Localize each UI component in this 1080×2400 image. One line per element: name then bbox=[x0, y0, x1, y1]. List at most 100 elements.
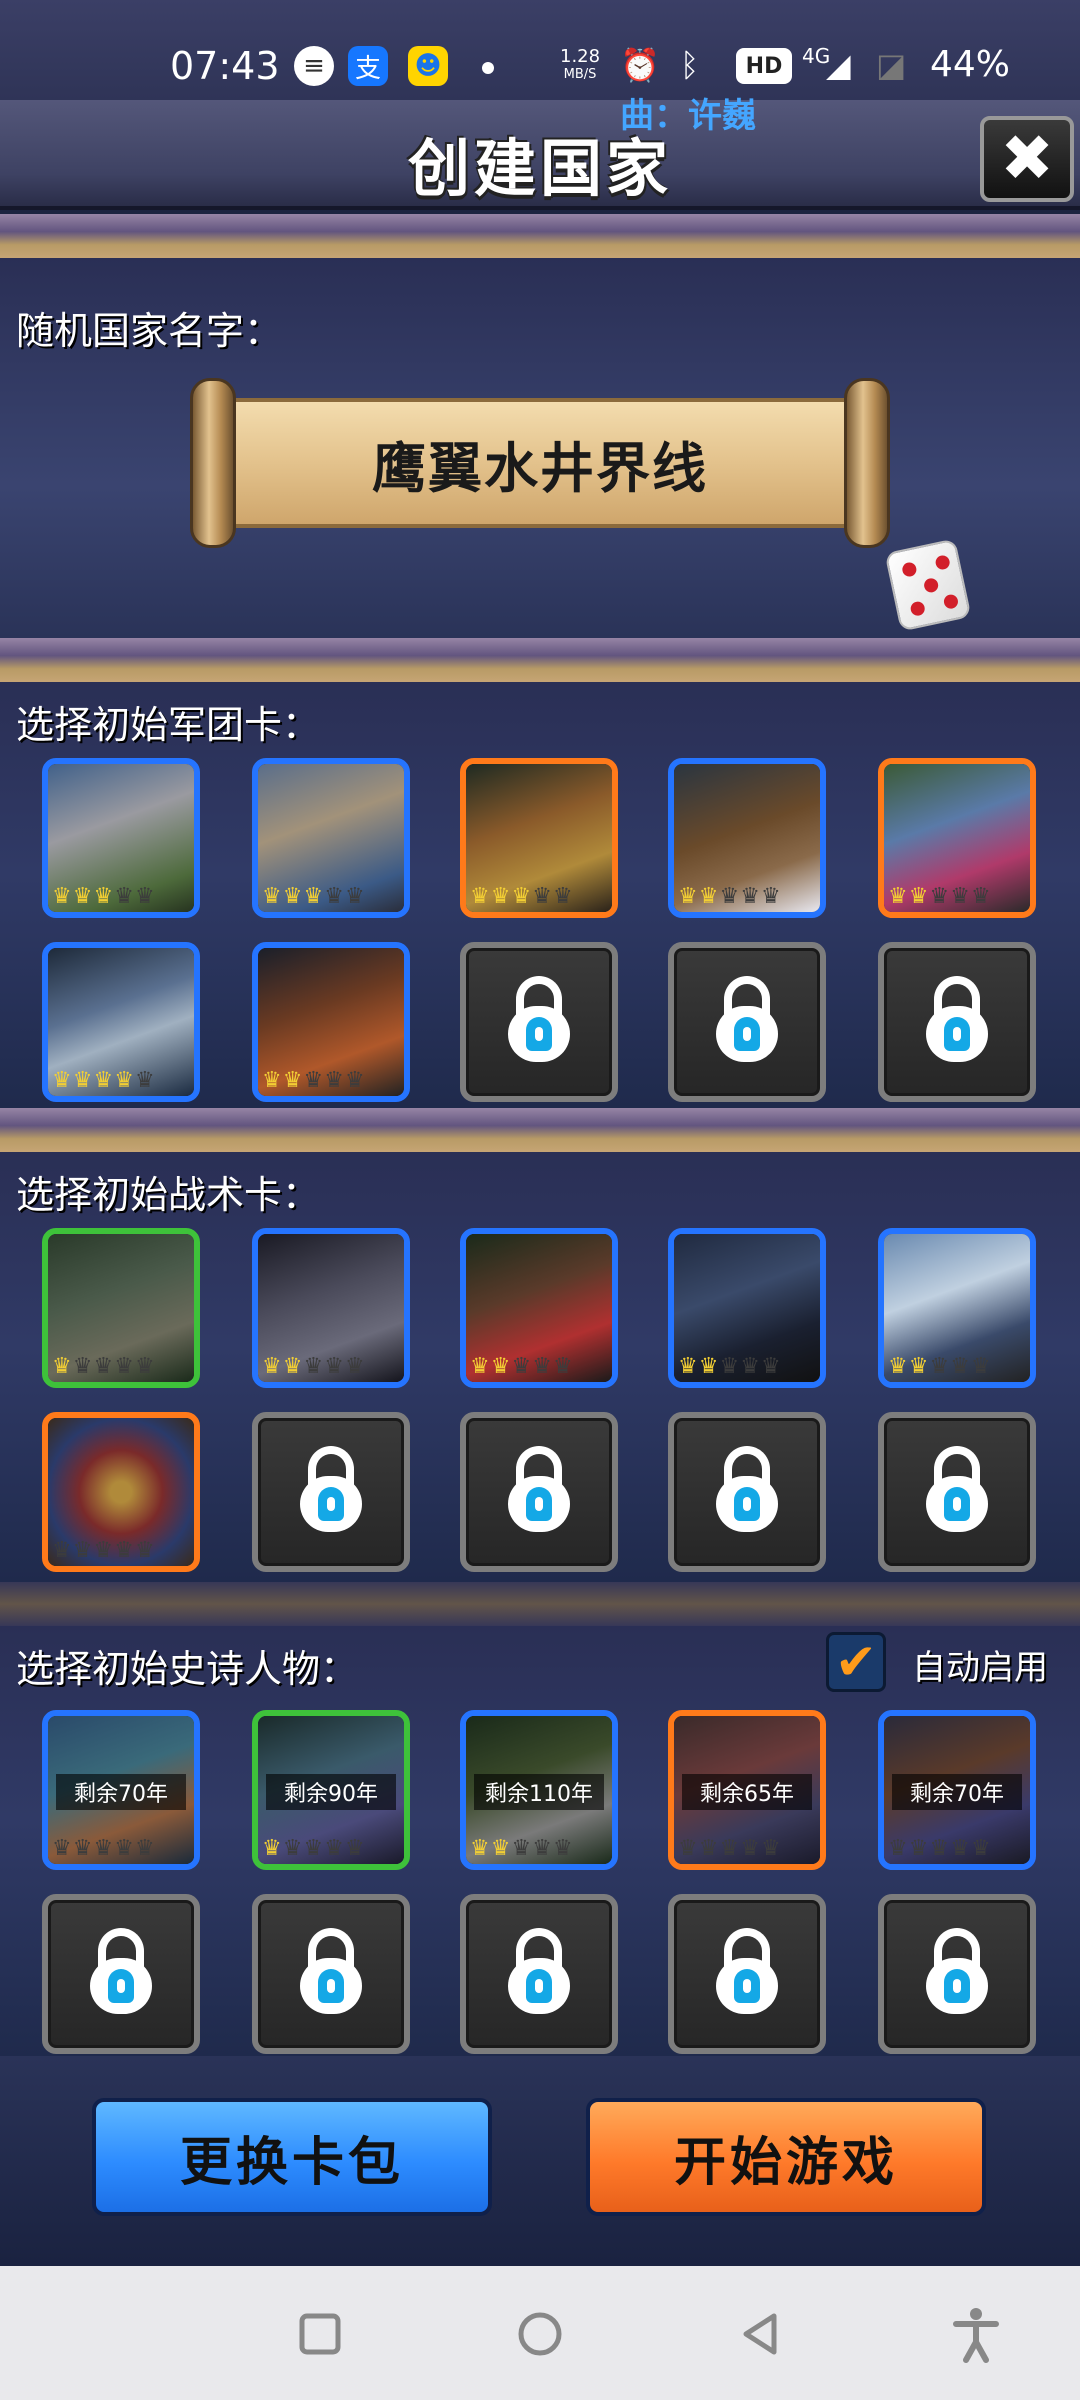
card-knight-hero[interactable]: 剩余110年 ♛ ♛ ♛ ♛ ♛ bbox=[460, 1710, 618, 1870]
locked-card-slot[interactable] bbox=[668, 1894, 826, 2054]
crown-icon: ♛ bbox=[552, 884, 573, 909]
card-shield[interactable]: ♛ ♛ ♛ ♛ ♛ bbox=[42, 1412, 200, 1572]
landscape-strip bbox=[0, 638, 1080, 682]
crown-icon: ♛ bbox=[719, 884, 740, 909]
crown-icon: ♛ bbox=[282, 1836, 303, 1861]
card-spear-army[interactable]: ♛ ♛ ♛ ♛ ♛ bbox=[878, 1228, 1036, 1388]
checkmark-icon: ✔ bbox=[835, 1633, 877, 1691]
locked-card-slot[interactable] bbox=[460, 1894, 618, 2054]
card-general[interactable]: 剩余65年 ♛ ♛ ♛ ♛ ♛ bbox=[668, 1710, 826, 1870]
back-icon[interactable] bbox=[730, 2304, 790, 2364]
locked-card-slot[interactable] bbox=[460, 942, 618, 1102]
change-pack-button[interactable]: 更换卡包 bbox=[92, 2098, 492, 2216]
locked-card-slot[interactable] bbox=[878, 942, 1036, 1102]
crown-rating: ♛ ♛ ♛ ♛ ♛ bbox=[262, 1070, 365, 1092]
crown-icon: ♛ bbox=[908, 1836, 929, 1861]
remaining-years: 剩余110年 bbox=[474, 1774, 604, 1810]
close-button[interactable]: ✖ bbox=[980, 116, 1074, 202]
crown-icon: ♛ bbox=[93, 1068, 114, 1093]
crown-icon: ♛ bbox=[324, 1836, 344, 1861]
card-cavalry-rider[interactable]: ♛ ♛ ♛ ♛ ♛ bbox=[460, 758, 618, 918]
lock-icon bbox=[716, 976, 778, 1062]
crown-rating: ♛ ♛ ♛ ♛ ♛ bbox=[678, 1356, 781, 1378]
crown-icon: ♛ bbox=[888, 1836, 908, 1861]
locked-card-slot[interactable] bbox=[668, 942, 826, 1102]
crown-icon: ♛ bbox=[114, 1836, 134, 1861]
crown-icon: ♛ bbox=[760, 1836, 781, 1861]
lock-icon bbox=[300, 1446, 362, 1532]
crown-icon: ♛ bbox=[740, 1354, 760, 1379]
card-catapult[interactable]: ♛ ♛ ♛ ♛ ♛ bbox=[668, 758, 826, 918]
remaining-years: 剩余65年 bbox=[682, 1774, 812, 1810]
lock-icon bbox=[926, 1446, 988, 1532]
locked-card-slot[interactable] bbox=[42, 1894, 200, 2054]
card-elf-mage[interactable]: 剩余90年 ♛ ♛ ♛ ♛ ♛ bbox=[252, 1710, 410, 1870]
locked-card-slot[interactable] bbox=[460, 1412, 618, 1572]
card-red-hair-hero[interactable]: 剩余70年 ♛ ♛ ♛ ♛ ♛ bbox=[42, 1710, 200, 1870]
crown-icon: ♛ bbox=[490, 884, 511, 909]
locked-card-slot[interactable] bbox=[668, 1412, 826, 1572]
locked-card-slot[interactable] bbox=[878, 1894, 1036, 2054]
bluetooth-icon: ᛒ bbox=[680, 46, 700, 84]
crown-icon: ♛ bbox=[511, 1836, 532, 1861]
crown-rating: ♛ ♛ ♛ ♛ ♛ bbox=[470, 886, 573, 908]
crown-icon: ♛ bbox=[970, 1836, 991, 1861]
remaining-years: 剩余90年 bbox=[266, 1774, 396, 1810]
crown-icon: ♛ bbox=[134, 1354, 155, 1379]
crown-icon: ♛ bbox=[72, 1836, 93, 1861]
card-dark-warrior[interactable]: ♛ ♛ ♛ ♛ ♛ bbox=[42, 942, 200, 1102]
hero-card-label: 选择初始史诗人物： bbox=[16, 1647, 359, 1691]
message-icon: ≡ bbox=[294, 46, 334, 86]
locked-card-slot[interactable] bbox=[252, 1894, 410, 2054]
card-barbarian-warrior[interactable]: ♛ ♛ ♛ ♛ ♛ bbox=[460, 1228, 618, 1388]
crown-icon: ♛ bbox=[950, 884, 970, 909]
accessibility-icon[interactable] bbox=[946, 2304, 1006, 2364]
crown-icon: ♛ bbox=[114, 1538, 134, 1563]
card-warlord[interactable]: 剩余70年 ♛ ♛ ♛ ♛ ♛ bbox=[878, 1710, 1036, 1870]
crown-icon: ♛ bbox=[324, 1354, 344, 1379]
crown-icon: ♛ bbox=[344, 1068, 365, 1093]
crown-icon: ♛ bbox=[52, 884, 72, 909]
crown-icon: ♛ bbox=[134, 1836, 155, 1861]
close-icon: ✖ bbox=[1000, 122, 1054, 196]
crown-icon: ♛ bbox=[532, 1354, 552, 1379]
remaining-years: 剩余70年 bbox=[892, 1774, 1022, 1810]
card-soldier-ranks[interactable]: ♛ ♛ ♛ ♛ ♛ bbox=[668, 1228, 826, 1388]
start-game-button[interactable]: 开始游戏 bbox=[586, 2098, 986, 2216]
alarm-icon: ⏰ bbox=[620, 46, 660, 84]
card-knight-on-horse[interactable]: ♛ ♛ ♛ ♛ ♛ bbox=[42, 758, 200, 918]
lock-icon bbox=[926, 1928, 988, 2014]
country-name-scroll: 鹰翼水井界线 bbox=[190, 378, 890, 548]
crown-icon: ♛ bbox=[262, 1068, 282, 1093]
crown-icon: ♛ bbox=[740, 1836, 760, 1861]
navigation-bar bbox=[0, 2266, 1080, 2400]
card-chariot[interactable]: ♛ ♛ ♛ ♛ ♛ bbox=[252, 942, 410, 1102]
home-icon[interactable] bbox=[510, 2304, 570, 2364]
crown-icon: ♛ bbox=[888, 1354, 908, 1379]
crown-rating: ♛ ♛ ♛ ♛ ♛ bbox=[262, 886, 365, 908]
crown-icon: ♛ bbox=[324, 1068, 344, 1093]
card-archer[interactable]: ♛ ♛ ♛ ♛ ♛ bbox=[878, 758, 1036, 918]
crown-icon: ♛ bbox=[262, 884, 282, 909]
card-dark-army[interactable]: ♛ ♛ ♛ ♛ ♛ bbox=[252, 1228, 410, 1388]
lock-icon bbox=[716, 1446, 778, 1532]
crown-icon: ♛ bbox=[52, 1538, 72, 1563]
crown-icon: ♛ bbox=[114, 884, 134, 909]
auto-enable-checkbox[interactable]: ✔ bbox=[826, 1632, 886, 1692]
lock-icon bbox=[300, 1928, 362, 2014]
card-knights-group[interactable]: ♛ ♛ ♛ ♛ ♛ bbox=[42, 1228, 200, 1388]
crown-icon: ♛ bbox=[303, 1836, 324, 1861]
landscape-strip bbox=[0, 1108, 1080, 1152]
locked-card-slot[interactable] bbox=[252, 1412, 410, 1572]
card-armored-soldier[interactable]: ♛ ♛ ♛ ♛ ♛ bbox=[252, 758, 410, 918]
lock-icon bbox=[716, 1928, 778, 2014]
crown-rating: ♛ ♛ ♛ ♛ ♛ bbox=[678, 1838, 781, 1860]
alipay-icon: 支 bbox=[348, 46, 388, 86]
locked-card-slot[interactable] bbox=[878, 1412, 1036, 1572]
no-sim-icon: ◪ bbox=[876, 46, 907, 84]
crown-icon: ♛ bbox=[303, 1068, 324, 1093]
crown-icon: ♛ bbox=[698, 1836, 719, 1861]
recent-apps-icon[interactable] bbox=[290, 2304, 350, 2364]
crown-icon: ♛ bbox=[72, 1068, 93, 1093]
lock-icon bbox=[508, 1446, 570, 1532]
